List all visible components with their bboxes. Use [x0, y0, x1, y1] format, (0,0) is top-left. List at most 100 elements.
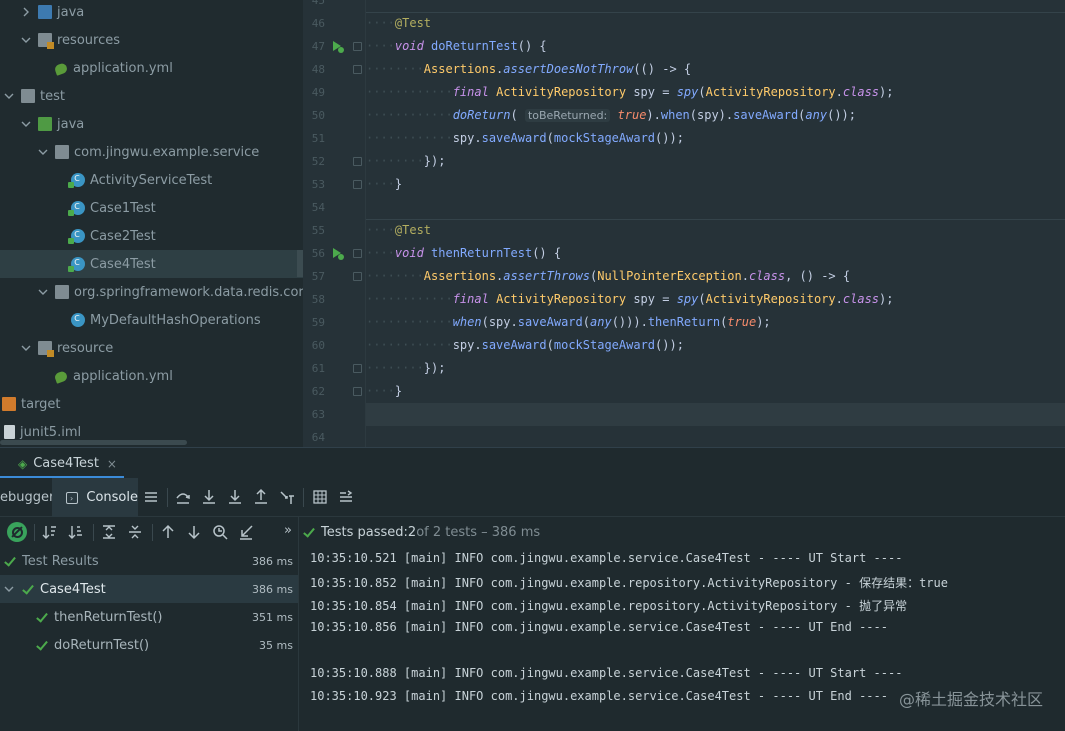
step-out-icon[interactable] — [252, 488, 270, 506]
search-icon[interactable] — [211, 523, 229, 541]
tree-item-case2test[interactable]: Case2Test — [0, 222, 303, 250]
tree-item-java-main[interactable]: java — [0, 0, 303, 26]
tab-debugger[interactable]: ebugger — [0, 478, 54, 517]
previous-failed-arrow-icon[interactable] — [159, 523, 177, 541]
line-number: 62 — [311, 385, 325, 398]
code-editor[interactable]: ····@Test ····void doReturnTest() {······… — [303, 0, 1065, 447]
code-line[interactable]: ········}); — [366, 357, 1065, 380]
code-line[interactable]: ············spy.saveAward(mockStageAward… — [366, 127, 1065, 150]
code-line[interactable]: ········Assertions.assertDoesNotThrow(()… — [366, 58, 1065, 81]
fold-end-icon[interactable] — [353, 387, 362, 396]
fold-end-icon[interactable] — [353, 157, 362, 166]
close-icon[interactable]: × — [107, 457, 117, 471]
code-line[interactable]: ············spy.saveAward(mockStageAward… — [366, 334, 1065, 357]
chevron-down-icon[interactable] — [37, 286, 49, 298]
test-node-doreturntest[interactable]: doReturnTest() 35 ms — [0, 631, 298, 659]
tree-item-activityservicetest[interactable]: ActivityServiceTest — [0, 166, 303, 194]
run-to-cursor-icon[interactable] — [278, 488, 296, 506]
tree-item-test[interactable]: test — [0, 82, 303, 110]
tree-item-package-redis[interactable]: org.springframework.data.redis.core — [0, 278, 303, 306]
test-class-icon — [68, 255, 85, 272]
tree-item-application-yml-test[interactable]: application.yml — [0, 362, 303, 390]
tree-item-application-yml[interactable]: application.yml — [0, 54, 303, 82]
test-tree-toolbar: » — [0, 517, 298, 547]
tree-item-label: target — [21, 396, 61, 412]
force-step-into-icon[interactable] — [226, 488, 244, 506]
chevron-down-icon[interactable] — [3, 583, 15, 595]
fold-start-icon[interactable] — [353, 65, 362, 74]
run-tab-case4test[interactable]: ◈ Case4Test × — [0, 448, 124, 479]
collapse-all-icon[interactable] — [126, 523, 144, 541]
code-token: () { — [532, 246, 562, 260]
tree-item-java-test[interactable]: java — [0, 110, 303, 138]
tree-item-resource[interactable]: resource — [0, 334, 303, 362]
trace-stream-icon[interactable] — [337, 488, 355, 506]
code-token: thenReturnTest — [431, 246, 533, 260]
step-into-icon[interactable] — [200, 488, 218, 506]
next-failed-arrow-icon[interactable] — [185, 523, 203, 541]
tree-item-target[interactable]: target — [0, 390, 303, 418]
code-token: saveAward — [733, 108, 799, 122]
code-line[interactable]: ············final ActivityRepository spy… — [366, 81, 1065, 104]
code-line[interactable]: ····} — [366, 380, 1065, 403]
code-line[interactable]: ············final ActivityRepository spy… — [366, 288, 1065, 311]
sort-by-duration-icon[interactable] — [67, 523, 85, 541]
fold-end-icon[interactable] — [353, 364, 362, 373]
test-duration: 386 ms — [252, 582, 293, 596]
tree-item-package-service[interactable]: com.jingwu.example.service — [0, 138, 303, 166]
tree-item-resources[interactable]: resources — [0, 26, 303, 54]
tab-console[interactable]: › Console — [52, 478, 138, 517]
tree-item-case4test[interactable]: Case4Test — [0, 250, 303, 278]
tree-item-mydefaulthashoperations[interactable]: MyDefaultHashOperations — [0, 306, 303, 334]
evaluate-table-icon[interactable] — [311, 488, 329, 506]
line-number: 51 — [311, 132, 325, 145]
line-number: 49 — [311, 86, 325, 99]
fold-start-icon[interactable] — [353, 42, 362, 51]
horizontal-scrollbar[interactable] — [0, 440, 187, 445]
chevron-down-icon[interactable] — [3, 90, 15, 102]
import-tests-icon[interactable] — [237, 523, 255, 541]
run-test-gutter-icon[interactable] — [331, 246, 345, 260]
chevron-down-icon[interactable] — [20, 342, 32, 354]
code-line[interactable]: ············when(spy.saveAward(any())).t… — [366, 311, 1065, 334]
run-test-gutter-icon[interactable] — [331, 39, 345, 53]
sort-alphabetically-icon[interactable] — [41, 523, 59, 541]
test-node-thenreturntest[interactable]: thenReturnTest() 351 ms — [0, 603, 298, 631]
code-line[interactable] — [366, 426, 1065, 447]
chevron-right-icon[interactable] — [20, 6, 32, 18]
code-line[interactable]: ············doReturn( toBeReturned: true… — [366, 104, 1065, 127]
fold-start-icon[interactable] — [353, 249, 362, 258]
toolbar-separator — [152, 524, 153, 541]
code-line[interactable]: ····void thenReturnTest() { — [366, 242, 1065, 265]
code-line[interactable]: ····@Test — [366, 219, 1065, 242]
code-token: spy. — [452, 338, 482, 352]
test-results-root[interactable]: Test Results 386 ms — [0, 547, 298, 575]
line-number: 48 — [311, 63, 325, 76]
test-duration: 35 ms — [259, 638, 293, 652]
tree-item-case1test[interactable]: Case1Test — [0, 194, 303, 222]
code-line[interactable]: ····@Test — [366, 12, 1065, 35]
fold-end-icon[interactable] — [353, 180, 362, 189]
chevron-down-icon[interactable] — [20, 118, 32, 130]
code-line[interactable]: ········}); — [366, 150, 1065, 173]
code-line[interactable] — [366, 0, 1065, 12]
more-toolbar-icon[interactable]: » — [284, 523, 292, 538]
line-number: 50 — [311, 109, 325, 122]
menu-icon[interactable] — [142, 488, 160, 506]
fold-start-icon[interactable] — [353, 272, 362, 281]
chevron-down-icon[interactable] — [20, 34, 32, 46]
code-line[interactable]: ····void doReturnTest() { — [366, 35, 1065, 58]
code-line[interactable] — [366, 196, 1065, 219]
code-token: , () -> { — [785, 269, 851, 283]
code-line[interactable]: ····} — [366, 173, 1065, 196]
code-line[interactable] — [366, 403, 1065, 426]
code-token: ( — [582, 315, 590, 329]
chevron-down-icon[interactable] — [37, 146, 49, 158]
test-node-case4test[interactable]: Case4Test 386 ms — [0, 575, 298, 603]
show-ignored-toggle-icon[interactable] — [7, 522, 27, 542]
step-over-icon[interactable] — [174, 488, 192, 506]
project-tree: java resources application.yml test java… — [0, 0, 303, 447]
run-config-icon: ◈ — [18, 456, 28, 471]
expand-all-icon[interactable] — [100, 523, 118, 541]
code-line[interactable]: ········Assertions.assertThrows(NullPoin… — [366, 265, 1065, 288]
